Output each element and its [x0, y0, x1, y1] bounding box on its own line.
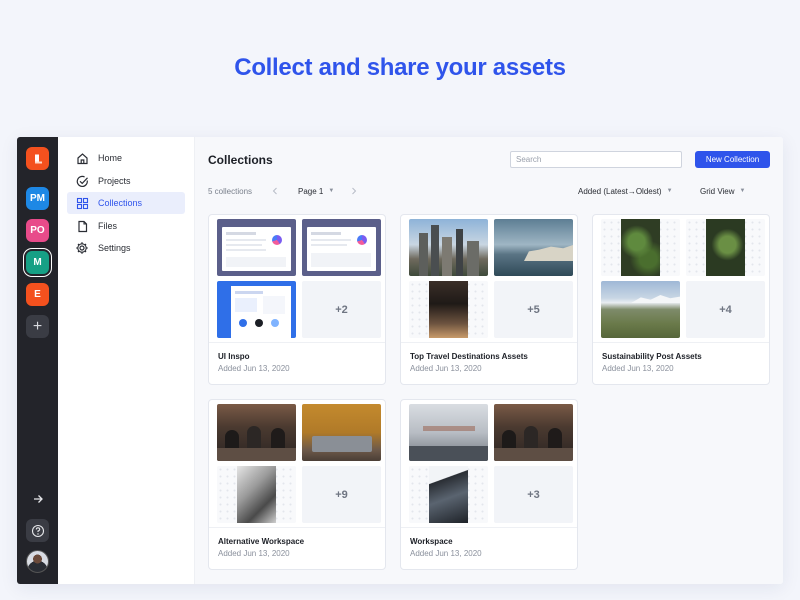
more-count: +2 — [302, 281, 381, 338]
grid-icon — [75, 196, 89, 210]
add-workspace-button[interactable]: + — [26, 315, 49, 338]
thumbnail-image — [217, 281, 296, 338]
collection-card[interactable]: +3 Workspace Added Jun 13, 2020 — [400, 399, 578, 570]
thumbnail-image — [302, 404, 381, 461]
sidebar-item-label: Projects — [98, 176, 131, 186]
workspace-e[interactable]: E — [26, 283, 49, 306]
sidebar-item-projects[interactable]: Projects — [67, 170, 185, 192]
collection-name: Sustainability Post Assets — [602, 352, 702, 361]
thumbnail-image — [302, 219, 381, 276]
thumbnail-image — [601, 219, 680, 276]
more-count: +9 — [302, 466, 381, 523]
sidebar-item-label: Collections — [98, 198, 143, 208]
chevron-right-icon[interactable] — [351, 185, 357, 197]
file-icon — [75, 219, 89, 233]
thumbnail-image — [217, 466, 296, 523]
sidebar-item-label: Settings — [98, 243, 131, 253]
bookmark-logo-icon[interactable] — [26, 147, 49, 170]
collections-toolbar: 5 collections Page 1 ▼ Added (Latest→Olde… — [208, 185, 773, 197]
collection-card[interactable]: +9 Alternative Workspace Added Jun 13, 2… — [208, 399, 386, 570]
page-select[interactable]: Page 1 ▼ — [298, 185, 334, 197]
home-icon — [75, 151, 89, 165]
check-circle-icon — [75, 174, 89, 188]
workspace-rail: PM PO M E + — [17, 137, 58, 584]
collection-date: Added Jun 13, 2020 — [218, 549, 290, 558]
thumbnail-image — [409, 281, 488, 338]
page-label: Page 1 — [298, 186, 324, 196]
arrow-right-icon[interactable] — [26, 487, 49, 510]
collection-name: UI Inspo — [218, 352, 250, 361]
collection-card[interactable]: +5 Top Travel Destinations Assets Added … — [400, 214, 578, 385]
thumbnail-image — [494, 219, 573, 276]
thumbnail-image — [601, 281, 680, 338]
more-count: +4 — [686, 281, 765, 338]
gear-icon — [75, 241, 89, 255]
workspace-m[interactable]: M — [26, 251, 49, 274]
more-count: +5 — [494, 281, 573, 338]
view-select[interactable]: Grid View ▼ — [700, 185, 745, 197]
card-divider — [209, 527, 385, 528]
workspace-po[interactable]: PO — [26, 219, 49, 242]
thumbnail-image — [217, 404, 296, 461]
app-window: PM PO M E + Home Projects Collections Fi… — [17, 137, 783, 584]
hero-title: Collect and share your assets — [234, 54, 566, 81]
workspace-pm[interactable]: PM — [26, 187, 49, 210]
page-title: Collections — [208, 153, 273, 167]
more-count: +3 — [494, 466, 573, 523]
new-collection-button[interactable]: New Collection — [695, 151, 770, 168]
sidebar-item-label: Files — [98, 221, 118, 231]
chevron-left-icon[interactable] — [272, 185, 278, 197]
collection-name: Workspace — [410, 537, 453, 546]
sidebar-item-files[interactable]: Files — [67, 215, 185, 237]
help-circle-icon[interactable] — [26, 519, 49, 542]
collection-card[interactable]: +4 Sustainability Post Assets Added Jun … — [592, 214, 770, 385]
search-input[interactable] — [510, 151, 682, 168]
workspace-e-label: E — [34, 289, 41, 300]
collection-name: Alternative Workspace — [218, 537, 305, 546]
thumbnail-image — [409, 466, 488, 523]
sidebar-nav: Home Projects Collections Files Settings — [58, 137, 195, 584]
main-content: Collections New Collection 5 collections… — [195, 137, 783, 584]
thumbnail-image — [686, 219, 765, 276]
collection-date: Added Jun 13, 2020 — [410, 549, 482, 558]
chevron-down-icon: ▼ — [666, 188, 673, 194]
sidebar-item-label: Home — [98, 153, 123, 163]
sort-label: Added (Latest→Oldest) — [578, 186, 662, 196]
chevron-down-icon: ▼ — [739, 188, 746, 194]
sort-select[interactable]: Added (Latest→Oldest) ▼ — [578, 185, 673, 197]
view-label: Grid View — [700, 186, 735, 196]
card-divider — [209, 342, 385, 343]
thumbnail-image — [494, 404, 573, 461]
collection-date: Added Jun 13, 2020 — [410, 364, 482, 373]
sidebar-item-collections[interactable]: Collections — [67, 192, 185, 214]
collection-count: 5 collections — [208, 186, 253, 196]
plus-icon: + — [32, 317, 43, 335]
collection-date: Added Jun 13, 2020 — [218, 364, 290, 373]
collection-name: Top Travel Destinations Assets — [410, 352, 528, 361]
collection-card[interactable]: +2 UI Inspo Added Jun 13, 2020 — [208, 214, 386, 385]
workspace-po-label: PO — [30, 225, 45, 236]
card-divider — [401, 342, 577, 343]
chevron-down-icon: ▼ — [328, 188, 335, 194]
sidebar-item-home[interactable]: Home — [67, 147, 185, 169]
user-avatar[interactable] — [26, 550, 49, 573]
card-divider — [401, 527, 577, 528]
workspace-pm-label: PM — [30, 193, 45, 204]
sidebar-item-settings[interactable]: Settings — [67, 237, 185, 259]
thumbnail-image — [217, 219, 296, 276]
thumbnail-image — [409, 219, 488, 276]
collection-date: Added Jun 13, 2020 — [602, 364, 674, 373]
thumbnail-image — [409, 404, 488, 461]
workspace-m-label: M — [33, 257, 42, 268]
card-divider — [593, 342, 769, 343]
